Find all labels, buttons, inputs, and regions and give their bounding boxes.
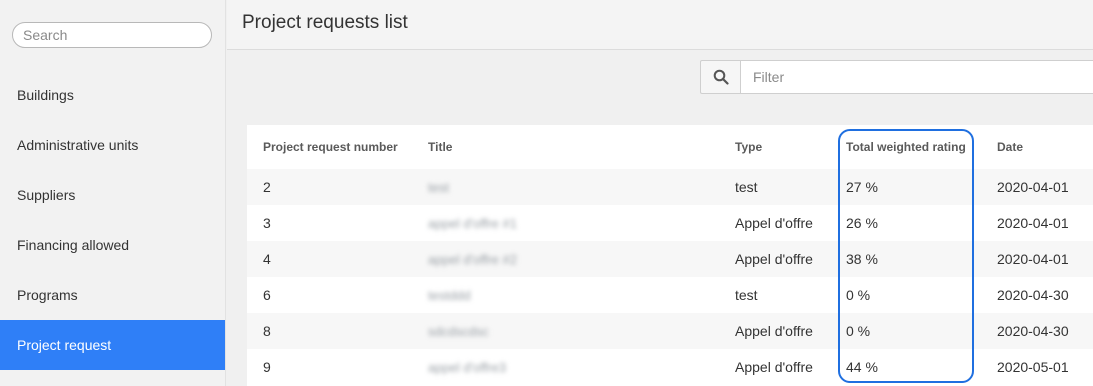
cell-rating: 26 % bbox=[846, 215, 878, 231]
sidebar-item-programs[interactable]: Programs bbox=[0, 270, 225, 320]
table-row[interactable]: 2 test test 27 % 2020-04-01 bbox=[247, 169, 1093, 205]
sidebar-item-label: Programs bbox=[17, 287, 78, 303]
cell-date: 2020-04-30 bbox=[997, 323, 1069, 339]
cell-type: Appel d'offre bbox=[735, 215, 813, 231]
cell-title: sdcdscdsc bbox=[428, 324, 489, 339]
cell-number: 4 bbox=[263, 251, 271, 267]
cell-type: Appel d'offre bbox=[735, 323, 813, 339]
column-header-rating[interactable]: Total weighted rating bbox=[846, 125, 997, 169]
cell-title: appel d'offre #2 bbox=[428, 252, 517, 267]
search-icon bbox=[713, 69, 729, 85]
sidebar-nav: Buildings Administrative units Suppliers… bbox=[0, 70, 225, 370]
sidebar-item-administrative-units[interactable]: Administrative units bbox=[0, 120, 225, 170]
sidebar-item-project-request[interactable]: Project request bbox=[0, 320, 225, 370]
column-header-number[interactable]: Project request number bbox=[247, 125, 428, 169]
table-row[interactable]: 9 appel d'offre3 Appel d'offre 44 % 2020… bbox=[247, 349, 1093, 385]
sidebar-item-financing-allowed[interactable]: Financing allowed bbox=[0, 220, 225, 270]
cell-number: 6 bbox=[263, 287, 271, 303]
cell-type: test bbox=[735, 287, 758, 303]
cell-date: 2020-04-01 bbox=[997, 251, 1069, 267]
cell-type: Appel d'offre bbox=[735, 251, 813, 267]
column-header-title[interactable]: Title bbox=[428, 125, 735, 169]
cell-title: appel d'offre #1 bbox=[428, 216, 517, 231]
cell-date: 2020-04-30 bbox=[997, 287, 1069, 303]
cell-type: test bbox=[735, 179, 758, 195]
cell-title: testddd bbox=[428, 288, 471, 303]
cell-date: 2020-05-01 bbox=[997, 359, 1069, 375]
cell-number: 9 bbox=[263, 359, 271, 375]
sidebar-search bbox=[12, 22, 212, 48]
cell-number: 2 bbox=[263, 179, 271, 195]
cell-rating: 0 % bbox=[846, 287, 871, 303]
table-row[interactable]: 8 sdcdscdsc Appel d'offre 0 % 2020-04-30 bbox=[247, 313, 1093, 349]
project-requests-table: Project request number Title Type Total … bbox=[247, 125, 1093, 386]
cell-type: Appel d'offre bbox=[735, 359, 813, 375]
table-row[interactable]: 4 appel d'offre #2 Appel d'offre 38 % 20… bbox=[247, 241, 1093, 277]
cell-rating: 44 % bbox=[846, 359, 878, 375]
cell-date: 2020-04-01 bbox=[997, 179, 1069, 195]
table-row[interactable]: 3 appel d'offre #1 Appel d'offre 26 % 20… bbox=[247, 205, 1093, 241]
cell-number: 3 bbox=[263, 215, 271, 231]
search-input[interactable] bbox=[12, 22, 212, 48]
cell-title: appel d'offre3 bbox=[428, 360, 507, 375]
sidebar-item-suppliers[interactable]: Suppliers bbox=[0, 170, 225, 220]
page-title: Project requests list bbox=[242, 12, 408, 33]
cell-rating: 27 % bbox=[846, 179, 878, 195]
column-header-date[interactable]: Date bbox=[997, 125, 1093, 169]
cell-number: 8 bbox=[263, 323, 271, 339]
table-row[interactable]: 6 testddd test 0 % 2020-04-30 bbox=[247, 277, 1093, 313]
cell-date: 2020-04-01 bbox=[997, 215, 1069, 231]
sidebar-item-label: Financing allowed bbox=[17, 237, 130, 253]
cell-rating: 0 % bbox=[846, 323, 871, 339]
sidebar-item-label: Project request bbox=[17, 337, 112, 353]
sidebar-item-buildings[interactable]: Buildings bbox=[0, 70, 225, 120]
cell-rating: 38 % bbox=[846, 251, 878, 267]
main-content: Project requests list Project request nu… bbox=[227, 0, 1093, 386]
page-header: Project requests list bbox=[227, 0, 1093, 50]
filter-bar bbox=[700, 60, 1093, 96]
column-header-type[interactable]: Type bbox=[735, 125, 846, 169]
filter-search-button[interactable] bbox=[700, 60, 740, 94]
filter-input[interactable] bbox=[740, 60, 1093, 94]
table-header-row: Project request number Title Type Total … bbox=[247, 125, 1093, 169]
sidebar-item-label: Suppliers bbox=[17, 187, 76, 203]
sidebar-item-label: Administrative units bbox=[17, 137, 139, 153]
cell-title: test bbox=[428, 180, 449, 195]
sidebar: Buildings Administrative units Suppliers… bbox=[0, 0, 226, 386]
sidebar-item-label: Buildings bbox=[17, 87, 74, 103]
